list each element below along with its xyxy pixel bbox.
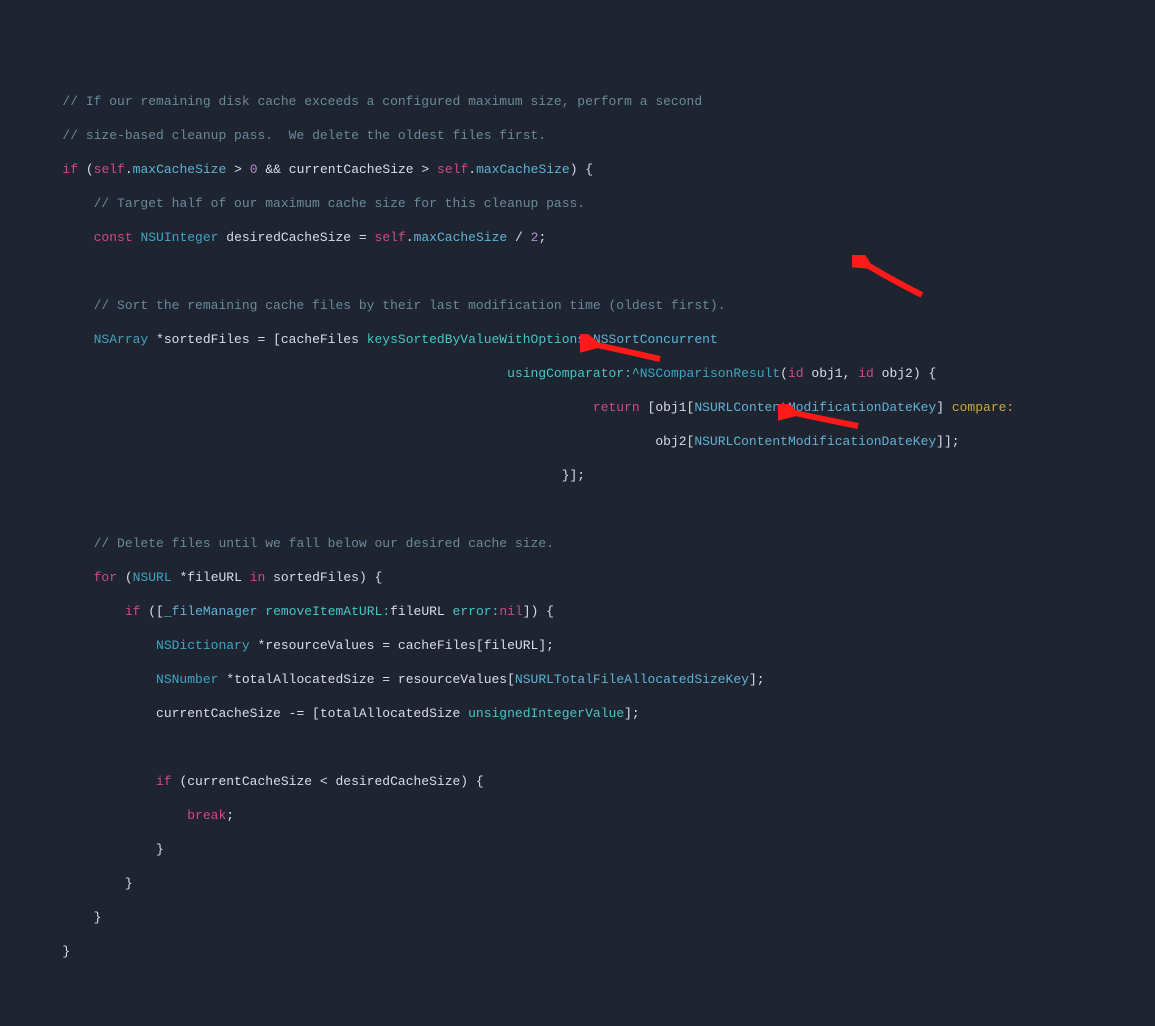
code-line bbox=[0, 739, 1155, 756]
code-line: break; bbox=[0, 807, 1155, 824]
code-line: currentCacheSize -= [totalAllocatedSize … bbox=[0, 705, 1155, 722]
code-editor: // If our remaining disk cache exceeds a… bbox=[0, 76, 1155, 977]
code-line: const NSUInteger desiredCacheSize = self… bbox=[0, 229, 1155, 246]
code-line: if (self.maxCacheSize > 0 && currentCach… bbox=[0, 161, 1155, 178]
code-line: } bbox=[0, 875, 1155, 892]
code-line: NSNumber *totalAllocatedSize = resourceV… bbox=[0, 671, 1155, 688]
code-line: NSDictionary *resourceValues = cacheFile… bbox=[0, 637, 1155, 654]
code-line: } bbox=[0, 909, 1155, 926]
code-line: // size-based cleanup pass. We delete th… bbox=[0, 127, 1155, 144]
code-line bbox=[0, 263, 1155, 280]
code-line: } bbox=[0, 841, 1155, 858]
code-line: // Target half of our maximum cache size… bbox=[0, 195, 1155, 212]
code-line: usingComparator:^NSComparisonResult(id o… bbox=[0, 365, 1155, 382]
code-line: // Sort the remaining cache files by the… bbox=[0, 297, 1155, 314]
code-line: // If our remaining disk cache exceeds a… bbox=[0, 93, 1155, 110]
code-line: obj2[NSURLContentModificationDateKey]]; bbox=[0, 433, 1155, 450]
code-line: if (currentCacheSize < desiredCacheSize)… bbox=[0, 773, 1155, 790]
code-line: return [obj1[NSURLContentModificationDat… bbox=[0, 399, 1155, 416]
code-line bbox=[0, 501, 1155, 518]
code-line: if ([_fileManager removeItemAtURL:fileUR… bbox=[0, 603, 1155, 620]
code-line: for (NSURL *fileURL in sortedFiles) { bbox=[0, 569, 1155, 586]
code-line: // Delete files until we fall below our … bbox=[0, 535, 1155, 552]
code-line: }]; bbox=[0, 467, 1155, 484]
code-line: } bbox=[0, 943, 1155, 960]
code-line: NSArray *sortedFiles = [cacheFiles keysS… bbox=[0, 331, 1155, 348]
